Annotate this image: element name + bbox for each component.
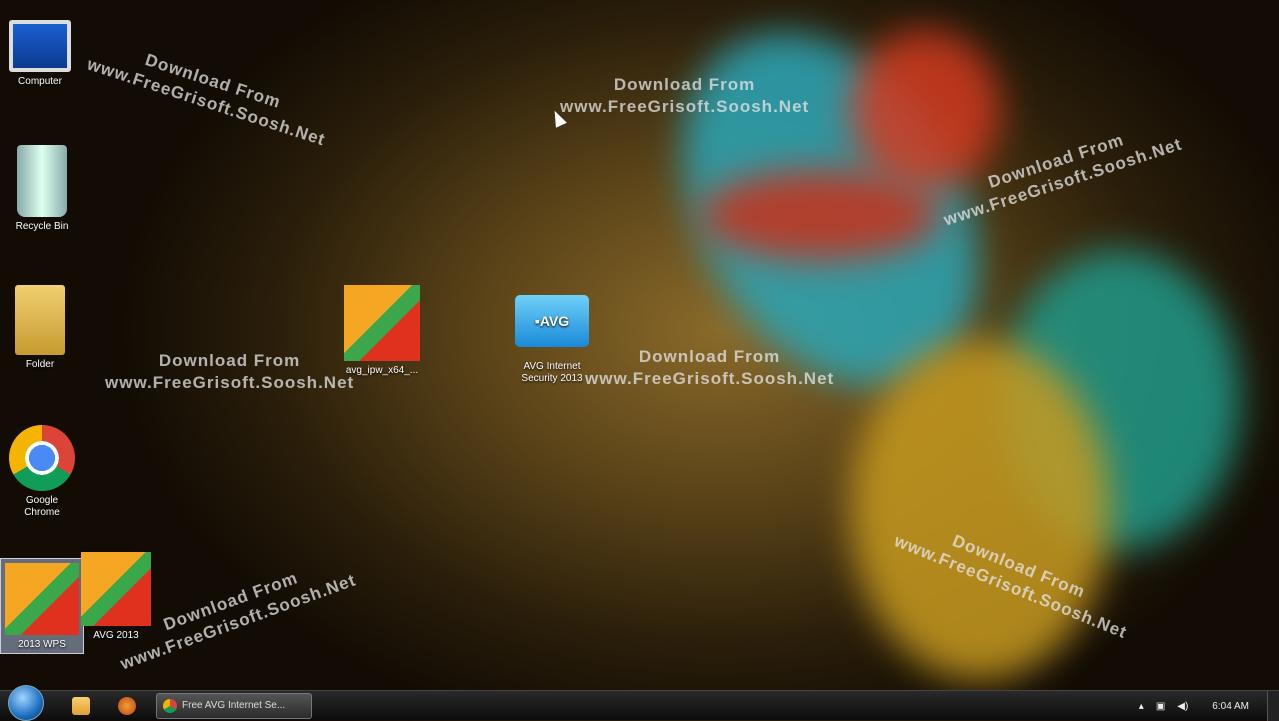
folder-icon — [15, 285, 65, 355]
desktop-icon-avg-wps[interactable]: 2013 WPS — [0, 558, 84, 654]
desktop-icon-avg-internet-security[interactable]: ▪AVG AVG Internet Security 2013 — [512, 295, 592, 385]
desktop-icon-google-chrome[interactable]: Google Chrome — [2, 425, 82, 519]
watermark: Download From www.FreeGrisoft.Soosh.Net — [84, 50, 328, 150]
network-icon[interactable]: ▣ — [1156, 701, 1165, 712]
desktop-icon-recycle-bin[interactable]: Recycle Bin — [2, 145, 82, 233]
volume-icon[interactable]: ◀) — [1177, 701, 1188, 712]
firefox-pinned-icon[interactable] — [118, 696, 136, 715]
wallpaper-art-orange — [850, 30, 1000, 190]
icon-label: 2013 WPS — [18, 639, 66, 650]
avg-folder-icon: ▪AVG — [515, 295, 589, 347]
desktop-icon-computer[interactable]: Computer — [0, 20, 80, 88]
icon-label: avg_ipw_x64_... — [345, 365, 419, 376]
recycle-bin-icon — [17, 145, 67, 217]
taskbar: Free AVG Internet Se... ▴ ▣ ◀) 6:04 AM — [0, 684, 1279, 721]
icon-label: Google Chrome — [24, 495, 60, 518]
start-button[interactable] — [8, 684, 44, 721]
avg-installer-icon — [344, 285, 420, 361]
watermark: Download From www.FreeGrisoft.Soosh.Net — [560, 75, 810, 116]
clock[interactable]: 6:04 AM — [1212, 701, 1249, 712]
task-label: Free AVG Internet Se... — [182, 700, 286, 711]
icon-label: Folder — [25, 359, 55, 370]
watermark: Download From www.FreeGrisoft.Soosh.Net — [105, 351, 355, 392]
wallpaper-art-yellow — [850, 340, 1110, 680]
watermark: Download From www.FreeGrisoft.Soosh.Net — [585, 347, 835, 388]
avg-icon — [5, 563, 79, 635]
chrome-icon — [9, 425, 75, 491]
show-desktop-button[interactable] — [1267, 691, 1279, 721]
computer-icon — [9, 20, 71, 72]
chrome-icon — [163, 698, 177, 713]
icon-label: Recycle Bin — [15, 221, 69, 232]
taskbar-task-chrome[interactable]: Free AVG Internet Se... — [156, 692, 312, 719]
desktop-icon-folder[interactable]: Folder — [0, 285, 80, 371]
system-tray: ▴ ▣ ◀) 6:04 AM — [1139, 691, 1279, 721]
icon-label: AVG Internet Security 2013 — [521, 361, 583, 384]
show-hidden-icons-icon[interactable]: ▴ — [1139, 701, 1144, 712]
explorer-pinned-icon[interactable] — [72, 696, 90, 715]
avg-icon — [81, 552, 151, 626]
icon-label: Computer — [18, 76, 62, 87]
